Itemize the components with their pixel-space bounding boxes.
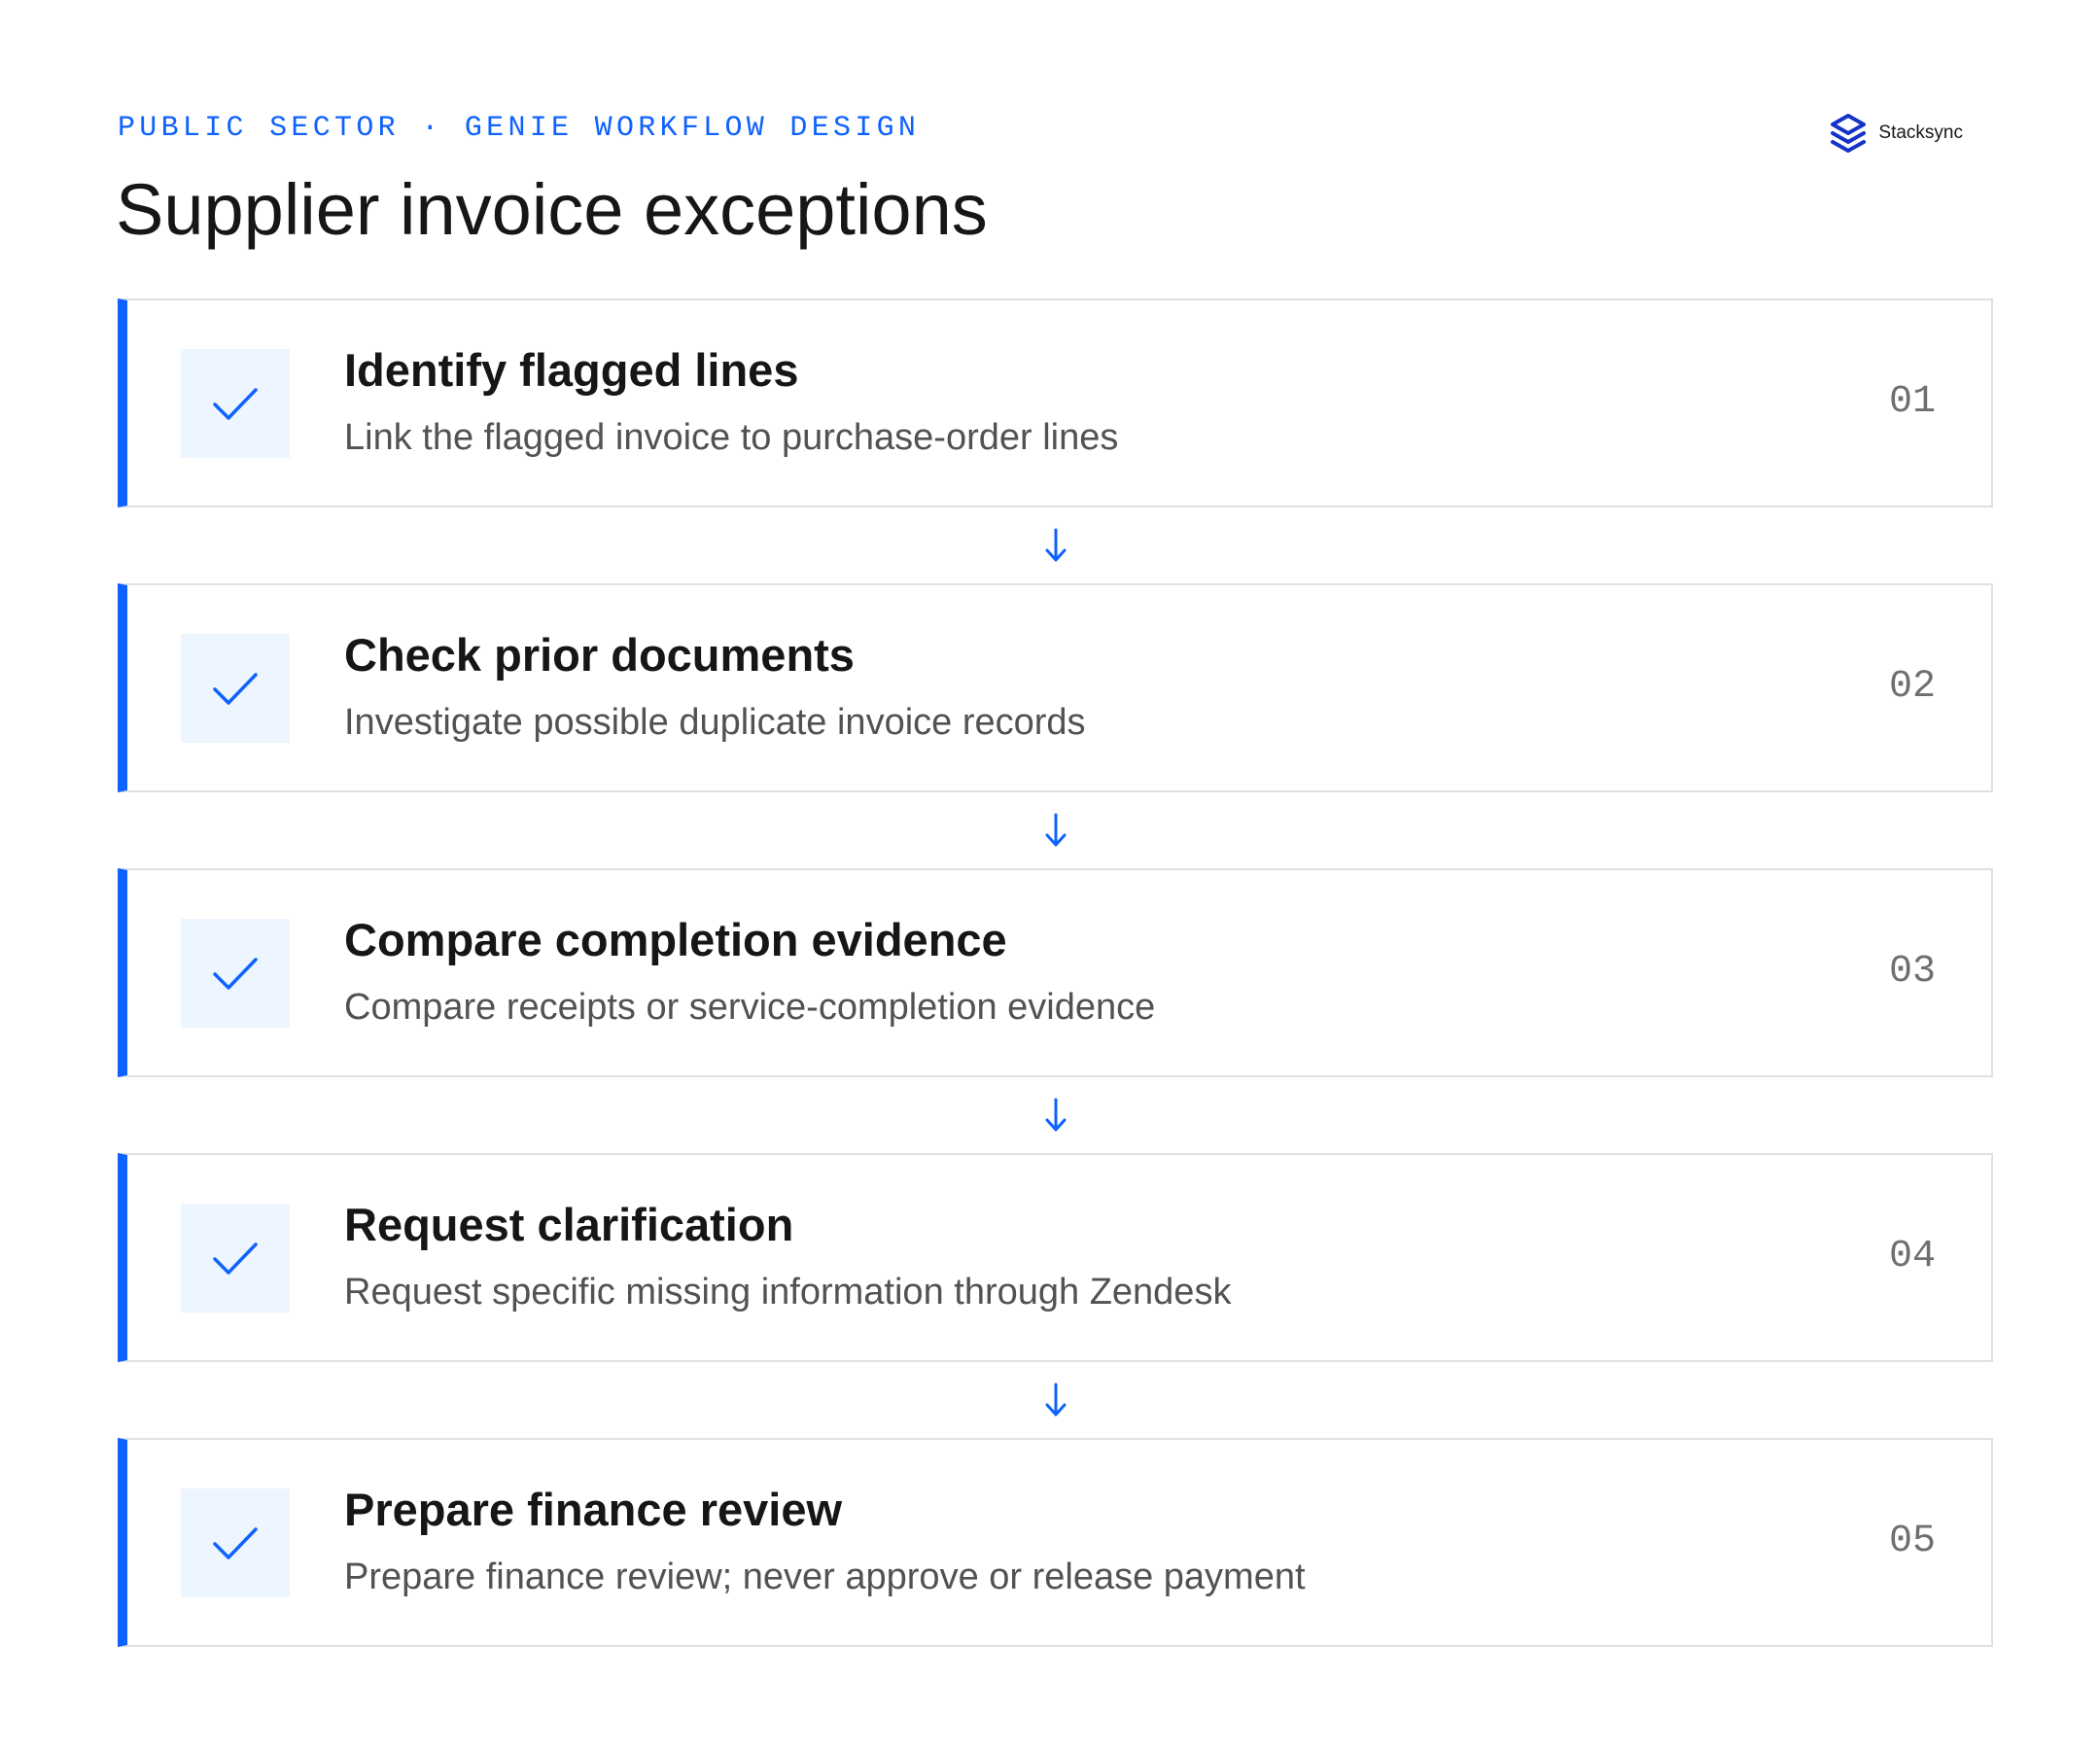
arrow-down-icon — [1045, 1382, 1066, 1417]
checkmark-icon — [213, 958, 258, 990]
step-description: Prepare finance review; never approve or… — [344, 1557, 1306, 1597]
arrow-down-icon — [1045, 1098, 1066, 1132]
step-connector — [118, 1077, 1993, 1153]
workflow-step: Prepare finance review Prepare finance r… — [118, 1438, 1993, 1647]
page-title: Supplier invoice exceptions — [116, 169, 988, 250]
checkmark-icon — [213, 1527, 258, 1559]
step-number: 01 — [1888, 380, 1936, 424]
step-connector — [118, 508, 1993, 583]
arrow-down-icon — [1045, 813, 1066, 847]
step-connector — [118, 1362, 1993, 1438]
step-title: Identify flagged lines — [344, 344, 799, 396]
step-title: Prepare finance review — [344, 1484, 843, 1535]
step-description: Link the flagged invoice to purchase-ord… — [344, 417, 1119, 458]
step-status — [181, 1488, 290, 1597]
stacksync-logo-icon — [1831, 114, 1867, 153]
workflow-step: Request clarification Request specific m… — [118, 1153, 1993, 1362]
eyebrow-label: PUBLIC SECTOR · GENIE WORKFLOW DESIGN — [118, 112, 921, 145]
step-status — [181, 1204, 290, 1312]
brand-name: Stacksync — [1878, 122, 1963, 143]
step-number: 04 — [1888, 1235, 1936, 1278]
step-number: 02 — [1888, 665, 1936, 709]
step-description: Request specific missing information thr… — [344, 1272, 1232, 1312]
brand-logo: Stacksync — [1826, 111, 1963, 156]
arrow-down-icon — [1045, 528, 1066, 562]
step-title: Check prior documents — [344, 629, 855, 681]
workflow-step: Check prior documents Investigate possib… — [118, 583, 1993, 792]
workflow-step: Compare completion evidence Compare rece… — [118, 868, 1993, 1077]
step-title: Compare completion evidence — [344, 914, 1007, 965]
step-number: 03 — [1888, 950, 1936, 994]
checkmark-icon — [213, 1242, 258, 1275]
step-connector — [118, 792, 1993, 868]
workflow-steps: Identify flagged lines Link the flagged … — [118, 298, 1993, 1647]
workflow-step: Identify flagged lines Link the flagged … — [118, 298, 1993, 508]
step-description: Compare receipts or service-completion e… — [344, 987, 1156, 1028]
step-title: Request clarification — [344, 1199, 794, 1250]
step-number: 05 — [1888, 1520, 1936, 1563]
checkmark-icon — [213, 388, 258, 420]
step-status — [181, 634, 290, 743]
checkmark-icon — [213, 673, 258, 705]
step-status — [181, 349, 290, 458]
step-status — [181, 919, 290, 1028]
step-description: Investigate possible duplicate invoice r… — [344, 702, 1086, 743]
